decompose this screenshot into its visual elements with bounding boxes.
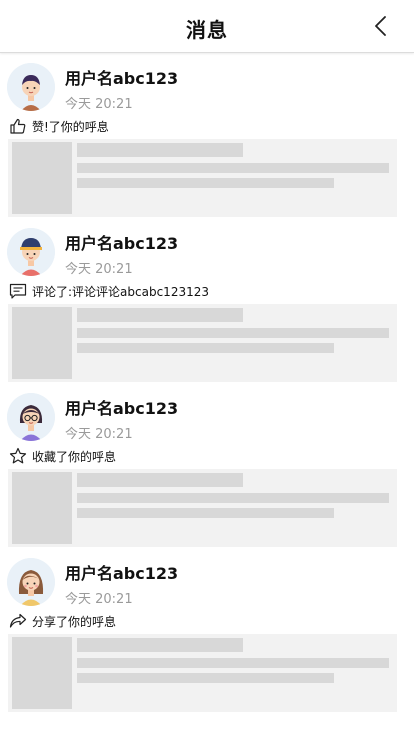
activity-line: 收藏了你的呼息 [9,446,116,466]
timestamp: 今天 20:21 [65,592,133,607]
placeholder-line [77,163,389,173]
message-item[interactable]: 用户名abc123 今天 20:21 评论了:评论评论abcabc123123 [0,217,414,382]
placeholder-line [77,638,243,652]
username[interactable]: 用户名abc123 [65,560,178,584]
activity-text: 赞!了你的呼息 [32,119,109,134]
activity-line: 评论了:评论评论abcabc123123 [9,281,209,301]
post-preview-card[interactable] [8,139,397,217]
post-preview-card[interactable] [8,634,397,712]
username[interactable]: 用户名abc123 [65,395,178,419]
placeholder-line [77,673,334,683]
star-icon [9,447,27,464]
activity-line: 赞!了你的呼息 [9,116,109,136]
comment-icon [9,283,27,299]
placeholder-line [77,658,389,668]
post-preview-card[interactable] [8,469,397,547]
post-thumbnail [12,472,72,544]
placeholder-line [77,508,334,518]
message-list: 用户名abc123 今天 20:21 赞!了你的呼息 用户名abc123 今天 … [0,52,414,712]
activity-line: 分享了你的呼息 [9,611,116,631]
timestamp: 今天 20:21 [65,427,133,442]
thumb-up-icon [10,118,26,134]
message-item[interactable]: 用户名abc123 今天 20:21 收藏了你的呼息 [0,382,414,547]
activity-text: 收藏了你的呼息 [32,449,117,464]
avatar[interactable] [7,393,55,441]
post-thumbnail [12,307,72,379]
back-icon[interactable] [370,14,392,38]
post-thumbnail [12,637,72,709]
timestamp: 今天 20:21 [65,262,133,277]
username[interactable]: 用户名abc123 [65,65,178,89]
timestamp: 今天 20:21 [65,97,133,112]
avatar[interactable] [7,228,55,276]
username[interactable]: 用户名abc123 [65,230,178,254]
avatar[interactable] [7,558,55,606]
placeholder-line [77,308,243,322]
placeholder-line [77,493,389,503]
activity-text: 分享了你的呼息 [32,614,117,629]
placeholder-line [77,343,334,353]
avatar[interactable] [7,63,55,111]
post-preview-card[interactable] [8,304,397,382]
activity-text: 评论了:评论评论abcabc123123 [32,284,209,299]
placeholder-line [77,328,389,338]
header-bar: 消息 [0,0,414,53]
message-item[interactable]: 用户名abc123 今天 20:21 分享了你的呼息 [0,547,414,712]
placeholder-line [77,143,243,157]
share-icon [9,613,27,628]
post-thumbnail [12,142,72,214]
page-title: 消息 [186,18,228,42]
placeholder-line [77,178,334,188]
message-item[interactable]: 用户名abc123 今天 20:21 赞!了你的呼息 [0,52,414,217]
placeholder-line [77,473,243,487]
